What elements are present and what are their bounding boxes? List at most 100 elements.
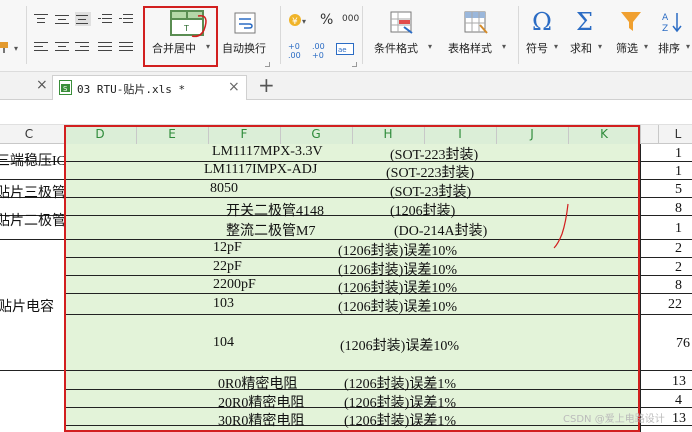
new-tab-button[interactable]: + bbox=[258, 73, 275, 97]
category-cell[interactable]: 贴片三极管 bbox=[0, 182, 66, 202]
part-name-cell[interactable]: LM1117MPX-3.3V bbox=[212, 144, 323, 160]
category-cell[interactable]: 贴片电容 bbox=[0, 296, 54, 316]
quantity-cell[interactable]: 2 bbox=[646, 260, 682, 276]
justify-button[interactable] bbox=[98, 40, 114, 54]
row-border bbox=[64, 179, 692, 180]
document-tab-bar: × S 03 RTU-贴片.xls * × + bbox=[0, 72, 692, 100]
column-header-l[interactable]: L bbox=[663, 127, 692, 141]
part-name-cell[interactable]: 22pF bbox=[213, 259, 242, 275]
symbol-button[interactable]: Ω 符号 ▾ bbox=[522, 8, 562, 64]
quantity-cell[interactable]: 22 bbox=[646, 297, 682, 313]
part-name-cell[interactable]: 30R0精密电阻 bbox=[218, 410, 304, 430]
package-cell[interactable]: (SOT-23封装) bbox=[390, 181, 471, 201]
indent-decrease-button[interactable] bbox=[98, 12, 114, 26]
category-cell[interactable]: 三端稳压IC bbox=[0, 150, 66, 170]
column-header-h[interactable]: H bbox=[373, 127, 403, 141]
part-name-cell[interactable]: 开关二极管4148 bbox=[226, 200, 324, 220]
column-header-j[interactable]: J bbox=[517, 127, 547, 141]
number-dialog-launcher[interactable] bbox=[352, 62, 357, 67]
quantity-cell[interactable]: 2 bbox=[646, 241, 682, 257]
quantity-cell[interactable]: 8 bbox=[646, 278, 682, 294]
column-headers: C D E F G H I J K L bbox=[0, 125, 692, 144]
part-name-cell[interactable]: 20R0精密电阻 bbox=[218, 392, 304, 412]
currency-icon[interactable]: ¥ ▾ bbox=[288, 11, 310, 29]
column-divider bbox=[280, 125, 281, 144]
indent-increase-button[interactable] bbox=[119, 12, 135, 26]
divider bbox=[518, 6, 519, 64]
quantity-cell[interactable]: 1 bbox=[646, 146, 682, 162]
align-center-button[interactable] bbox=[55, 40, 71, 54]
column-header-e[interactable]: E bbox=[157, 127, 187, 141]
format-painter-icon[interactable] bbox=[0, 40, 14, 54]
align-middle-button[interactable] bbox=[55, 12, 71, 26]
part-name-cell[interactable]: 0R0精密电阻 bbox=[218, 373, 297, 393]
align-dialog-launcher[interactable] bbox=[265, 62, 270, 67]
table-style-button[interactable]: 表格样式 ▾ bbox=[444, 8, 510, 64]
part-name-cell[interactable]: 2200pF bbox=[213, 277, 256, 293]
package-cell[interactable]: (1206封装) bbox=[390, 200, 455, 220]
package-cell[interactable]: (DO-214A封装) bbox=[394, 220, 487, 240]
percent-button[interactable]: % bbox=[320, 12, 333, 28]
merge-center-button[interactable]: T 合并居中 ▾ bbox=[146, 8, 216, 64]
sum-button[interactable]: Σ 求和 ▾ bbox=[566, 8, 606, 64]
decimal-increase-button[interactable]: +0 .00 bbox=[288, 42, 310, 60]
part-name-cell[interactable]: 12pF bbox=[213, 240, 242, 256]
package-cell[interactable]: (1206封装)误差10% bbox=[338, 296, 457, 316]
thousands-button[interactable]: 000 bbox=[342, 14, 359, 24]
column-header-c[interactable]: C bbox=[14, 127, 44, 141]
filter-button[interactable]: 筛选 ▾ bbox=[612, 8, 652, 64]
close-icon[interactable]: × bbox=[228, 79, 240, 95]
package-cell[interactable]: (SOT-223封装) bbox=[386, 162, 474, 182]
category-cell[interactable]: 贴片二极管 bbox=[0, 210, 66, 230]
svg-text:S: S bbox=[63, 85, 68, 93]
quantity-cell[interactable]: 1 bbox=[646, 221, 682, 237]
align-right-button[interactable] bbox=[75, 40, 91, 54]
sheet-grid[interactable]: 三端稳压IC 贴片三极管 贴片二极管 贴片电容 LM1117MPX-3.3V (… bbox=[0, 144, 692, 432]
sort-label: 排序 bbox=[658, 42, 680, 55]
merge-center-label: 合并居中 bbox=[152, 42, 196, 55]
align-top-button[interactable] bbox=[34, 12, 50, 26]
close-tab-button[interactable]: × bbox=[36, 77, 48, 93]
conditional-format-button[interactable]: 条件格式 ▾ bbox=[370, 8, 436, 64]
quantity-cell[interactable]: 1 bbox=[646, 164, 682, 180]
format-cell-icon[interactable]: ae bbox=[336, 43, 354, 55]
column-divider bbox=[64, 125, 65, 144]
align-left-button[interactable] bbox=[34, 40, 50, 54]
part-name-cell[interactable]: 8050 bbox=[210, 181, 238, 197]
sigma-icon: Σ bbox=[576, 8, 593, 36]
package-cell[interactable]: (1206封装)误差1% bbox=[344, 410, 456, 430]
quantity-cell[interactable]: 5 bbox=[646, 182, 682, 198]
quantity-cell[interactable]: 8 bbox=[646, 201, 682, 217]
column-header-g[interactable]: G bbox=[301, 127, 331, 141]
package-cell[interactable]: (1206封装)误差10% bbox=[338, 240, 457, 260]
column-header-f[interactable]: F bbox=[229, 127, 259, 141]
quantity-cell[interactable]: 76 bbox=[646, 336, 690, 352]
column-header-i[interactable]: I bbox=[445, 127, 475, 141]
wrap-text-button[interactable]: 自动换行 bbox=[220, 8, 272, 64]
sort-button[interactable]: A Z 排序 ▾ bbox=[656, 8, 692, 64]
row-border bbox=[0, 197, 692, 198]
part-name-cell[interactable]: 整流二极管M7 bbox=[226, 220, 315, 240]
chevron-down-icon: ▾ bbox=[644, 42, 649, 51]
package-cell[interactable]: (SOT-223封装) bbox=[390, 144, 478, 164]
package-cell[interactable]: (1206封装)误差10% bbox=[338, 277, 457, 297]
package-cell[interactable]: (1206封装)误差10% bbox=[338, 259, 457, 279]
quantity-cell[interactable]: 13 bbox=[646, 374, 686, 390]
column-header-d[interactable]: D bbox=[85, 127, 115, 141]
package-cell[interactable]: (1206封装)误差10% bbox=[340, 335, 459, 355]
svg-text:¥: ¥ bbox=[292, 17, 298, 27]
distribute-button[interactable] bbox=[119, 40, 135, 54]
part-name-cell[interactable]: LM1117IMPX-ADJ bbox=[204, 162, 317, 178]
column-divider bbox=[568, 125, 569, 144]
package-cell[interactable]: (1206封装)误差1% bbox=[344, 373, 456, 393]
package-cell[interactable]: (1206封装)误差1% bbox=[344, 392, 456, 412]
column-header-k[interactable]: K bbox=[589, 127, 619, 141]
quantity-cell[interactable]: 4 bbox=[646, 393, 682, 409]
chevron-down-icon[interactable]: ▾ bbox=[14, 44, 18, 53]
part-name-cell[interactable]: 104 bbox=[213, 335, 234, 351]
tab-document[interactable]: S 03 RTU-贴片.xls * × bbox=[52, 75, 247, 100]
part-name-cell[interactable]: 103 bbox=[213, 296, 234, 312]
chevron-down-icon: ▾ bbox=[502, 42, 507, 51]
decimal-decrease-button[interactable]: .00 +0 bbox=[312, 42, 334, 60]
align-bottom-button[interactable] bbox=[75, 12, 91, 26]
